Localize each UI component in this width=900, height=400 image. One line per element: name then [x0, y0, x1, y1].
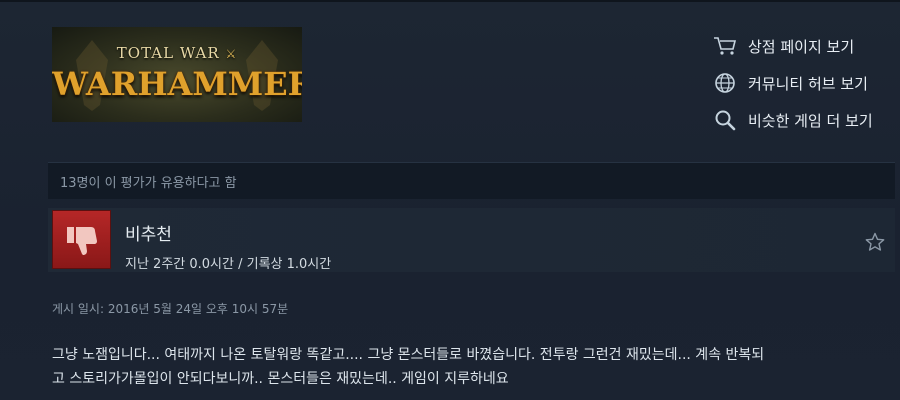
top-divider	[0, 0, 900, 2]
store-page-link[interactable]: 상점 페이지 보기	[712, 34, 892, 58]
community-hub-link[interactable]: 커뮤니티 허브 보기	[712, 71, 892, 95]
playtime-hours: 지난 2주간 0.0시간 / 기록상 1.0시간	[125, 257, 332, 272]
axe-icon: ⚔	[225, 47, 238, 61]
logo-subtitle: TOTAL WAR ⚔	[116, 44, 238, 62]
cart-icon	[712, 35, 738, 57]
game-capsule-image[interactable]: TOTAL WAR ⚔ WARHAMMER	[52, 27, 302, 122]
globe-icon	[712, 72, 738, 94]
store-page-label: 상점 페이지 보기	[748, 37, 855, 56]
review-verdict: 비추천	[125, 225, 172, 245]
similar-games-label: 비슷한 게임 더 보기	[748, 111, 873, 130]
search-icon	[712, 109, 738, 131]
star-icon[interactable]	[865, 232, 885, 252]
thumbs-down-icon	[52, 210, 111, 269]
logo-title: WARHAMMER	[52, 65, 302, 103]
review-body-line: 그냥 노잼입니다... 여태까지 나온 토탈워랑 똑같고.... 그냥 몬스터들…	[52, 347, 765, 363]
community-hub-label: 커뮤니티 허브 보기	[748, 74, 868, 93]
review-header: 비추천 지난 2주간 0.0시간 / 기록상 1.0시간	[48, 208, 895, 272]
review-body: 그냥 노잼입니다... 여태까지 나온 토탈워랑 똑같고.... 그냥 몬스터들…	[52, 343, 892, 391]
helpful-count-text: 13명이 이 평가가 유용하다고 함	[60, 175, 237, 191]
posted-date: 게시 일시: 2016년 5월 24일 오후 10시 57분	[52, 302, 289, 316]
similar-games-link[interactable]: 비슷한 게임 더 보기	[712, 108, 892, 132]
helpful-count-bar: 13명이 이 평가가 유용하다고 함	[48, 162, 895, 199]
review-body-line: 고 스토리가가몰입이 안되다보니까.. 몬스터들은 재밌는데.. 게임이 지루하…	[52, 371, 509, 387]
